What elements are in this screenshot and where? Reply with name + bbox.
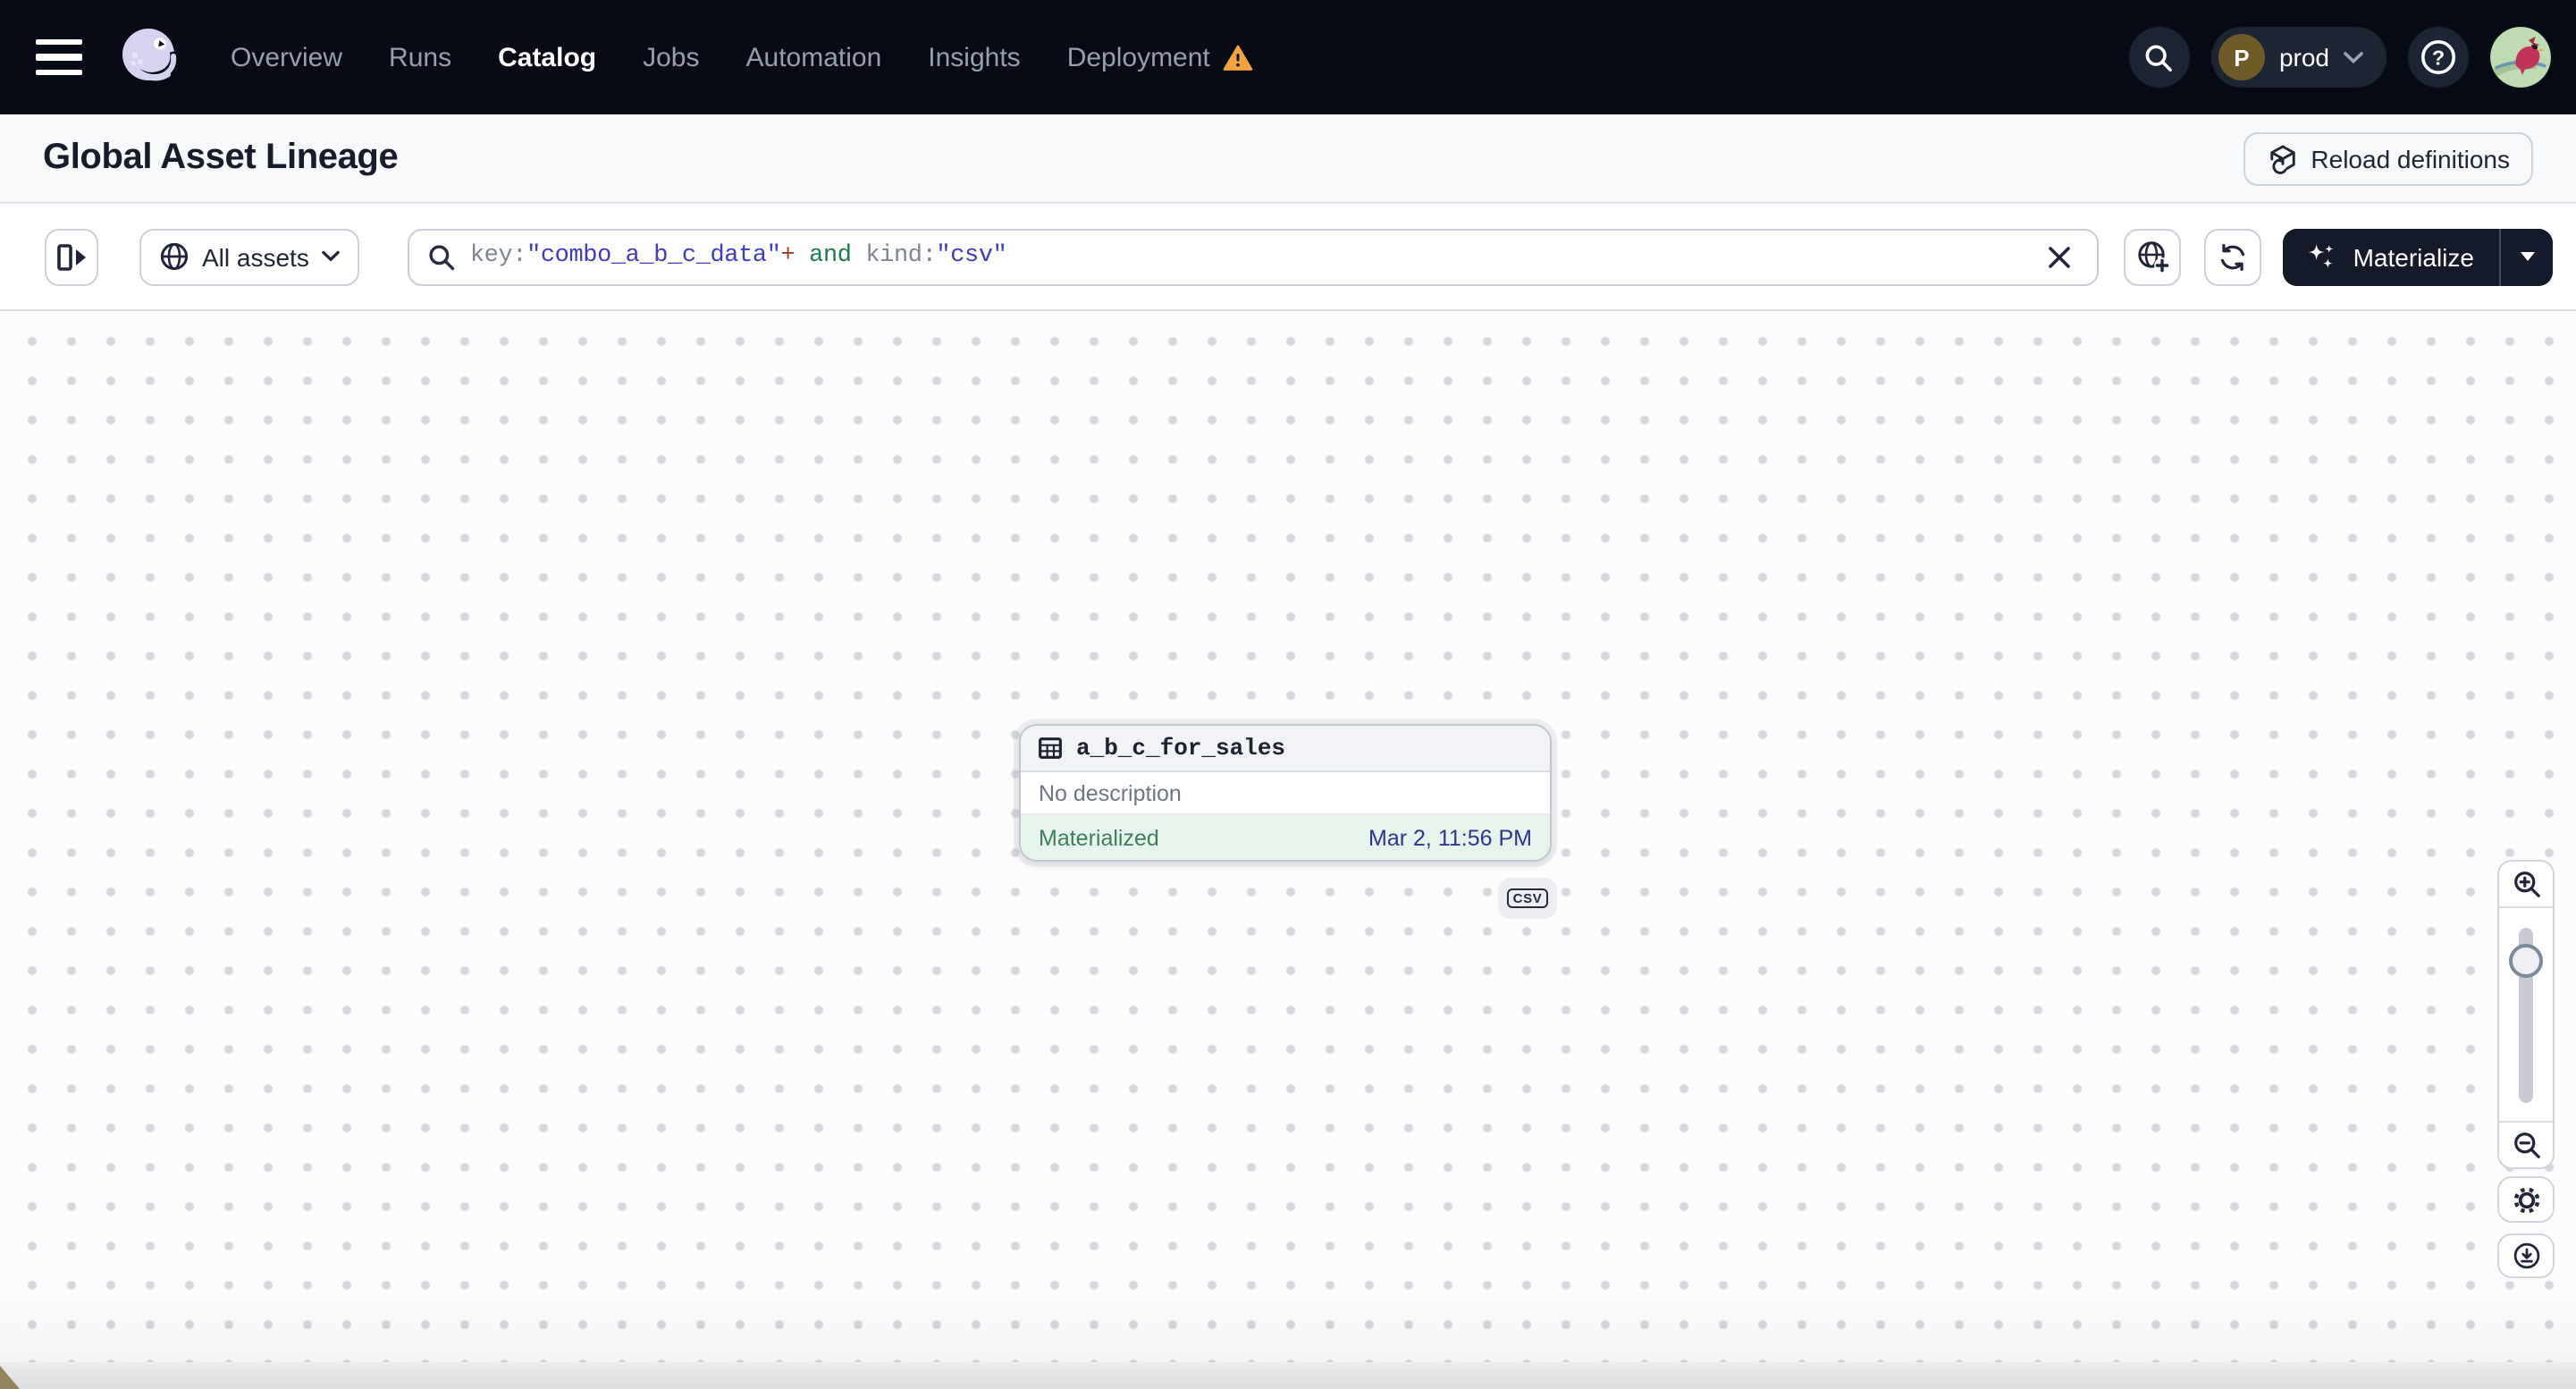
- asset-kind-badge[interactable]: CSV: [1498, 878, 1557, 919]
- user-avatar[interactable]: [2490, 27, 2551, 88]
- open-panel-button[interactable]: [45, 228, 98, 285]
- clear-icon: [2049, 246, 2071, 267]
- top-navbar: Overview Runs Catalog Jobs Automation In…: [0, 0, 2576, 114]
- materialize-label: Materialize: [2353, 242, 2474, 271]
- dagster-logo[interactable]: [113, 21, 184, 93]
- materialized-status: Materialized: [1039, 825, 1159, 850]
- materialize-options-button[interactable]: [2499, 228, 2553, 285]
- window-corner-artifact: [0, 1366, 20, 1389]
- zoom-controls: [2497, 860, 2555, 1169]
- environment-name: prod: [2278, 43, 2329, 72]
- gear-icon: [2513, 1186, 2539, 1213]
- nav-item-runs[interactable]: Runs: [389, 42, 451, 72]
- asset-node-a-b-c-for-sales[interactable]: a_b_c_for_sales No description Materiali…: [1019, 724, 1552, 862]
- clear-search-button[interactable]: [2037, 233, 2084, 280]
- sparkles-icon: [2309, 243, 2334, 268]
- download-icon: [2513, 1242, 2539, 1269]
- environment-initial: P: [2218, 34, 2265, 80]
- zoom-slider: [2499, 908, 2553, 1121]
- search-icon: [429, 244, 454, 270]
- nav-item-automation[interactable]: Automation: [746, 42, 882, 72]
- page-title: Global Asset Lineage: [43, 138, 399, 177]
- materialize-button[interactable]: Materialize: [2283, 228, 2499, 285]
- zoom-out-button[interactable]: [2499, 1121, 2553, 1167]
- asset-filter-label: All assets: [202, 242, 309, 271]
- main-nav: Overview Runs Catalog Jobs Automation In…: [231, 42, 1253, 72]
- warning-icon: [1223, 44, 1253, 70]
- window-bottom-edge: [0, 1362, 2576, 1389]
- nav-label: Insights: [928, 42, 1021, 72]
- csv-kind-icon: CSV: [1506, 888, 1549, 908]
- environment-switcher[interactable]: P prod: [2210, 27, 2387, 88]
- zoom-out-icon: [2513, 1132, 2539, 1158]
- table-icon: [1039, 737, 1062, 759]
- lineage-toolbar: All assets key:"combo_a_b_c_data"+ and k…: [0, 204, 2576, 311]
- dagster-logo-icon: [122, 29, 177, 81]
- help-button[interactable]: ?: [2408, 27, 2469, 88]
- search-query-text: key:"combo_a_b_c_data"+ and kind:"csv": [469, 243, 1007, 270]
- asset-node-header: a_b_c_for_sales: [1021, 726, 1550, 772]
- asset-status-row: Materialized Mar 2, 11:56 PM: [1021, 815, 1550, 860]
- help-icon: ?: [2420, 39, 2456, 75]
- reload-icon: [2269, 144, 2295, 173]
- page-header: Global Asset Lineage Reload definitions: [0, 114, 2576, 204]
- avatar-bird-image: [2490, 27, 2551, 88]
- asset-name: a_b_c_for_sales: [1076, 735, 1286, 762]
- dagster-app: Overview Runs Catalog Jobs Automation In…: [0, 0, 2576, 1389]
- refresh-icon: [2221, 243, 2245, 270]
- nav-label: Deployment: [1066, 42, 1210, 72]
- nav-item-overview[interactable]: Overview: [231, 42, 342, 72]
- chevron-down-icon: [2344, 51, 2363, 63]
- nav-label: Catalog: [498, 42, 597, 72]
- lineage-canvas[interactable]: a_b_c_for_sales No description Materiali…: [0, 311, 2576, 1389]
- menu-icon[interactable]: [36, 39, 82, 75]
- refresh-graph-button[interactable]: [2204, 228, 2262, 285]
- panel-toggle-icon: [57, 243, 86, 270]
- nav-item-jobs[interactable]: Jobs: [643, 42, 699, 72]
- reload-definitions-label: Reload definitions: [2311, 144, 2510, 173]
- chevron-down-icon: [322, 250, 340, 262]
- globe-icon: [160, 242, 189, 271]
- nav-item-deployment[interactable]: Deployment: [1067, 42, 1253, 72]
- download-image-button[interactable]: [2497, 1233, 2555, 1278]
- zoom-in-button[interactable]: [2499, 862, 2553, 908]
- globe-add-icon: [2137, 241, 2170, 274]
- nav-label: Overview: [231, 42, 343, 72]
- global-search-button[interactable]: [2128, 27, 2190, 88]
- caret-down-icon: [2520, 252, 2534, 261]
- reload-definitions-button[interactable]: Reload definitions: [2243, 131, 2533, 185]
- materialization-timestamp: Mar 2, 11:56 PM: [1368, 825, 1532, 850]
- nav-label: Runs: [389, 42, 452, 72]
- zoom-slider-handle[interactable]: [2509, 944, 2543, 978]
- zoom-in-icon: [2513, 871, 2539, 897]
- search-icon: [2146, 44, 2173, 72]
- svg-text:?: ?: [2432, 46, 2445, 69]
- materialize-split-button: Materialize: [2283, 228, 2553, 285]
- graph-settings-button[interactable]: [2497, 1176, 2555, 1223]
- nav-item-insights[interactable]: Insights: [928, 42, 1020, 72]
- asset-description: No description: [1021, 772, 1550, 815]
- add-scope-button[interactable]: [2124, 228, 2182, 285]
- asset-group-filter-button[interactable]: All assets: [139, 228, 359, 285]
- navbar-right: P prod ?: [2128, 27, 2551, 88]
- asset-search-input[interactable]: key:"combo_a_b_c_data"+ and kind:"csv": [407, 228, 2100, 285]
- nav-label: Jobs: [643, 42, 700, 72]
- nav-item-catalog[interactable]: Catalog: [498, 42, 596, 72]
- nav-label: Automation: [745, 42, 882, 72]
